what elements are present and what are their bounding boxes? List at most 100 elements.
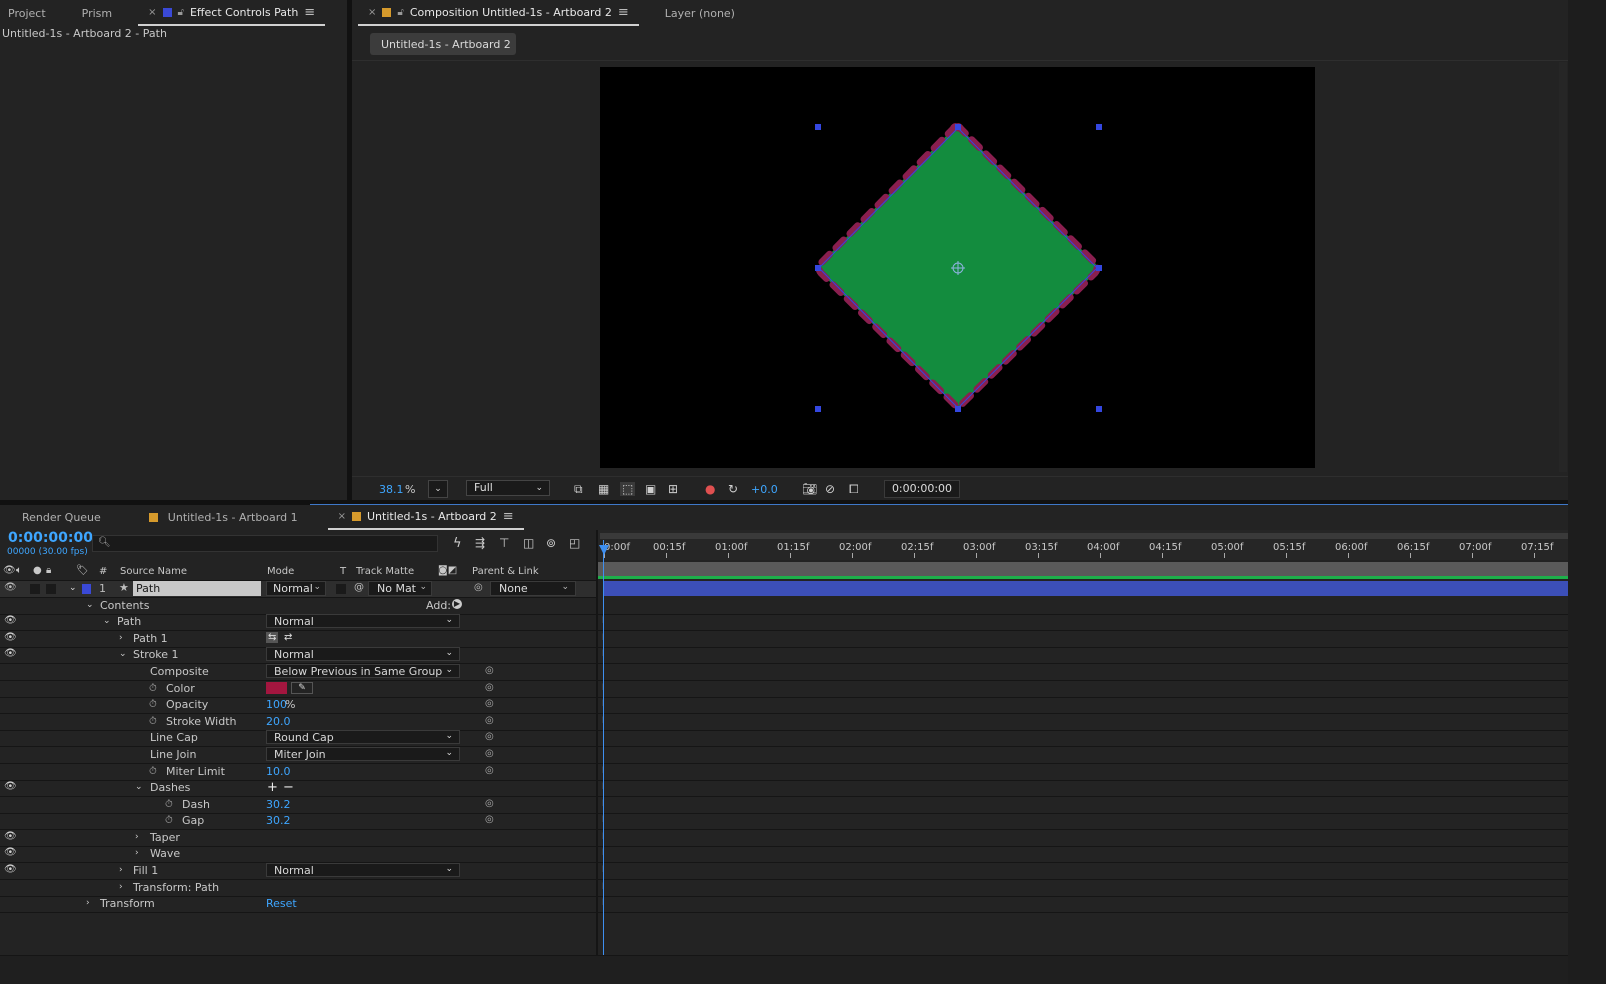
timeline-track-row[interactable] [598, 896, 1568, 913]
chevron-right-icon[interactable]: › [119, 865, 123, 875]
stopwatch-icon[interactable]: ⏱︎ [149, 766, 157, 777]
timeline-track-row[interactable] [598, 830, 1568, 847]
prop-contents[interactable]: ⌄ Contents Add: ▶ [0, 598, 596, 615]
draft-3d-icon[interactable]: ϟ [453, 536, 462, 551]
parent-pickwhip-icon[interactable]: ◎ [474, 582, 483, 593]
tab-artboard-2[interactable]: × Untitled-1s - Artboard 2 ≡ [327, 504, 524, 530]
prop-stroke-width[interactable]: ⏱︎ Stroke Width 20.0 ◎ [0, 714, 596, 731]
panel-menu-icon[interactable]: ≡ [304, 5, 315, 20]
preserve-transparency-box[interactable] [336, 584, 346, 594]
prop-fill1[interactable]: 👁︎ › Fill 1 Normal ⌄ [0, 863, 596, 880]
prop-gap[interactable]: ⏱︎ Gap 30.2 ◎ [0, 813, 596, 830]
timeline-track-row[interactable] [598, 764, 1568, 781]
reset-link[interactable]: Reset [266, 897, 297, 910]
chevron-down-icon[interactable]: ⌄ [135, 782, 143, 792]
stroke-blend-mode-dropdown[interactable]: Normal ⌄ [266, 647, 460, 661]
tab-effect-controls[interactable]: × 🔓︎ Effect Controls Path ≡ [138, 0, 326, 26]
panel-menu-icon[interactable]: ≡ [503, 509, 514, 524]
tab-project[interactable]: Project [0, 1, 56, 25]
playhead-handle[interactable] [599, 545, 609, 555]
track-matte-pickwhip-icon[interactable]: @ [354, 582, 364, 593]
prop-path-group[interactable]: 👁︎ ⌄ Path Normal ⌄ [0, 614, 596, 631]
playhead-line[interactable] [603, 540, 604, 960]
expression-pickwhip-icon[interactable]: ◎ [485, 798, 494, 809]
timeline-track-row[interactable] [598, 714, 1568, 731]
visibility-eye-icon[interactable]: 👁︎ [4, 847, 17, 858]
chevron-right-icon[interactable]: › [135, 848, 139, 858]
solo-box[interactable] [30, 584, 40, 594]
zoom-value[interactable]: 38.1 [379, 483, 404, 496]
visibility-eye-icon[interactable]: 👁︎ [4, 648, 17, 659]
column-parent-link[interactable]: Parent & Link [472, 566, 539, 577]
prop-wave[interactable]: 👁︎ › Wave [0, 846, 596, 863]
chevron-right-icon[interactable]: › [119, 882, 123, 892]
search-input[interactable]: 🔍︎ [92, 535, 438, 552]
tab-render-queue[interactable]: Render Queue [0, 505, 111, 529]
motion-blur-icon[interactable]: ◫ [523, 536, 534, 550]
reset-exposure-icon[interactable]: ↻ [728, 482, 738, 496]
stopwatch-icon[interactable]: ⏱︎ [165, 815, 173, 826]
timeline-track-row[interactable] [598, 631, 1568, 648]
timeline-track-row[interactable] [598, 681, 1568, 698]
fill-blend-mode-dropdown[interactable]: Normal ⌄ [266, 863, 460, 877]
prop-color[interactable]: ⏱︎ Color ✎ ◎ [0, 681, 596, 698]
camera-icon[interactable]: 📷︎ [802, 482, 817, 496]
timeline-track-row[interactable] [598, 730, 1568, 747]
viewer-scrollbar[interactable] [1559, 62, 1567, 472]
visibility-eye-icon[interactable]: 👁︎ [4, 831, 17, 842]
timeline-track-row[interactable] [598, 797, 1568, 814]
timeline-track-row[interactable] [598, 780, 1568, 797]
chevron-right-icon[interactable]: › [86, 898, 90, 908]
timeline-track-row[interactable] [598, 846, 1568, 863]
path-blend-mode-dropdown[interactable]: Normal ⌄ [266, 614, 460, 628]
composite-dropdown[interactable]: Below Previous in Same Group ⌄ [266, 664, 460, 678]
layer-duration-bar[interactable] [604, 581, 1568, 596]
region-of-interest-icon[interactable]: ▣ [645, 482, 656, 496]
stopwatch-icon[interactable]: ⏱︎ [149, 683, 157, 694]
remove-dash-button[interactable]: − [283, 780, 294, 795]
transparency-grid-icon[interactable]: ▦ [598, 482, 609, 496]
prop-taper[interactable]: 👁︎ › Taper [0, 830, 596, 847]
tab-prism[interactable]: Prism [56, 1, 122, 25]
prop-stroke1[interactable]: 👁︎ ⌄ Stroke 1 Normal ⌄ [0, 647, 596, 664]
timeline-track-row[interactable] [598, 598, 1568, 615]
chevron-down-icon[interactable]: ⌄ [103, 616, 111, 626]
timeline-track-row[interactable] [598, 880, 1568, 897]
exposure-value[interactable]: +0.0 [751, 483, 778, 496]
expression-pickwhip-icon[interactable]: ◎ [485, 682, 494, 693]
prop-dashes[interactable]: 👁︎ ⌄ Dashes + − [0, 780, 596, 797]
resolution-dropdown[interactable]: Full ⌄ [466, 480, 550, 496]
expression-pickwhip-icon[interactable]: ◎ [485, 814, 494, 825]
close-icon[interactable]: × [148, 7, 156, 18]
visibility-eye-icon[interactable]: 👁︎ [4, 781, 17, 792]
line-cap-dropdown[interactable]: Round Cap ⌄ [266, 730, 460, 744]
miter-limit-value[interactable]: 10.0 [266, 765, 291, 778]
prop-path1[interactable]: 👁︎ › Path 1 ⇆ ⇄ [0, 631, 596, 648]
timeline-track-row[interactable] [598, 697, 1568, 714]
close-icon[interactable]: × [338, 511, 346, 522]
column-source-name[interactable]: Source Name [120, 566, 187, 577]
layer-row-path[interactable]: 👁︎ ⌄ 1 ★ Path Normal ⌄ @ No Mat ⌄ ◎ None… [0, 581, 596, 598]
stopwatch-icon[interactable]: ⏱︎ [165, 799, 173, 810]
fast-preview-icon[interactable]: ⧉ [574, 482, 583, 497]
visibility-eye-icon[interactable]: 👁︎ [4, 632, 17, 643]
path-direction-icon[interactable]: ⇆ [266, 632, 279, 643]
color-swatch[interactable] [266, 682, 287, 694]
zoom-dropdown[interactable]: ⌄ [428, 480, 448, 498]
work-area-bar[interactable] [600, 533, 1568, 539]
panel-menu-icon[interactable]: ≡ [618, 5, 629, 20]
tab-layer[interactable]: Layer (none) [655, 1, 745, 25]
prop-miter-limit[interactable]: ⏱︎ Miter Limit 10.0 ◎ [0, 764, 596, 781]
prop-transform-path[interactable]: › Transform: Path [0, 880, 596, 897]
graph-editor-icon[interactable]: ⊚ [546, 536, 556, 550]
stopwatch-icon[interactable]: ⏱︎ [149, 716, 157, 727]
prop-transform[interactable]: › Transform Reset [0, 896, 596, 913]
tab-composition[interactable]: × 🔓︎ Composition Untitled-1s - Artboard … [358, 0, 639, 26]
add-button[interactable]: ▶ [452, 599, 462, 609]
chevron-down-icon[interactable]: ⌄ [119, 649, 127, 659]
chevron-right-icon[interactable]: › [135, 832, 139, 842]
lock-icon[interactable]: 🔓︎ [397, 7, 403, 18]
opacity-value[interactable]: 100 [266, 698, 287, 711]
visibility-eye-icon[interactable]: 👁︎ [4, 864, 17, 875]
layer-name-field[interactable]: Path [133, 581, 261, 596]
